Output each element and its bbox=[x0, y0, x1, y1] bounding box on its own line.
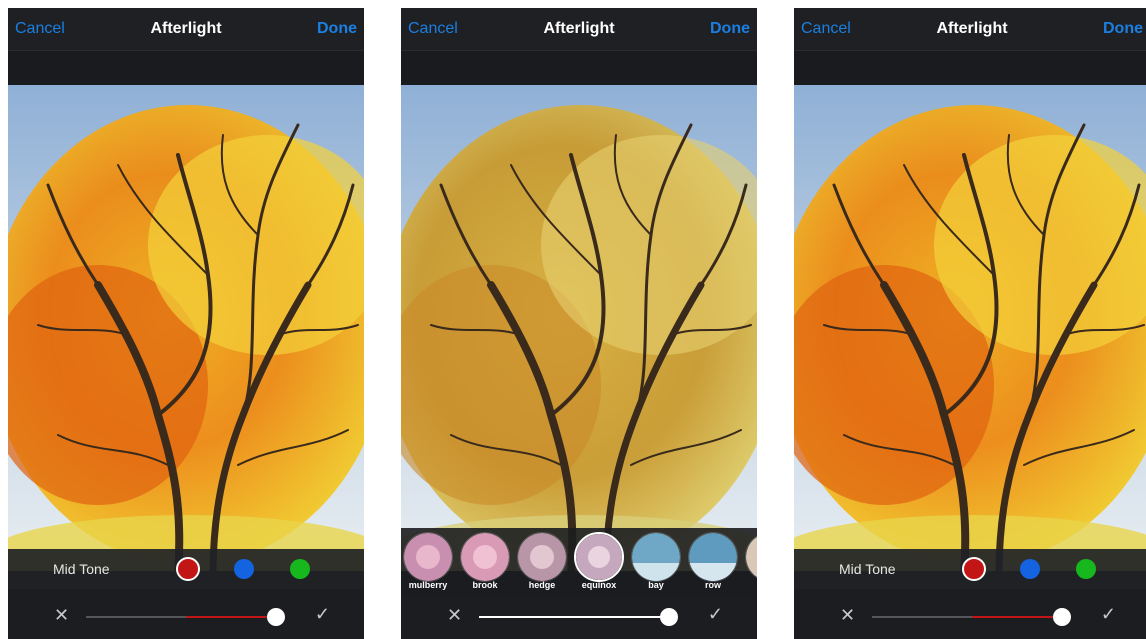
photo-preview bbox=[8, 85, 364, 571]
filter-brook[interactable]: brook bbox=[460, 532, 510, 592]
done-button[interactable]: Done bbox=[710, 20, 750, 38]
app-title: Afterlight bbox=[936, 20, 1008, 37]
navigation-bar: Cancel Afterlight Done bbox=[8, 8, 364, 51]
slider-knob[interactable] bbox=[1053, 608, 1071, 626]
filter-thumbnail-selected bbox=[574, 532, 624, 582]
checkmark-icon[interactable]: ✓ bbox=[315, 604, 330, 625]
filter-thumbnail bbox=[745, 532, 757, 582]
toolbar-spacer bbox=[794, 51, 1146, 85]
mid-tone-label: Mid Tone bbox=[839, 561, 896, 577]
filter-bay[interactable]: bay bbox=[631, 532, 681, 592]
blue-swatch[interactable] bbox=[1020, 559, 1040, 579]
slider-knob[interactable] bbox=[267, 608, 285, 626]
filter-thumbnail bbox=[631, 532, 681, 582]
photo-preview bbox=[401, 85, 757, 571]
filter-mulberry[interactable]: mulberry bbox=[403, 532, 453, 592]
close-icon[interactable]: ✕ bbox=[840, 605, 855, 626]
slider-fill bbox=[479, 616, 669, 618]
green-swatch[interactable] bbox=[1076, 559, 1096, 579]
filter-thumbnail bbox=[403, 532, 453, 582]
adjustment-controls: ✕ ✓ bbox=[401, 595, 757, 639]
green-swatch[interactable] bbox=[290, 559, 310, 579]
checkmark-icon[interactable]: ✓ bbox=[708, 604, 723, 625]
adjustment-controls: ✕ ✓ bbox=[8, 595, 364, 639]
checkmark-icon[interactable]: ✓ bbox=[1101, 604, 1116, 625]
filter-label: row bbox=[704, 580, 721, 590]
mid-tone-label: Mid Tone bbox=[53, 561, 110, 577]
intensity-slider[interactable] bbox=[872, 608, 1071, 626]
screen-filters: Cancel Afterlight Done mulberry brook he… bbox=[401, 8, 757, 639]
filter-row[interactable]: row bbox=[688, 532, 738, 592]
done-button[interactable]: Done bbox=[317, 20, 357, 38]
screen-mid-tone-left: Cancel Afterlight Done Mid Tone ✕ ✓ bbox=[8, 8, 364, 639]
toolbar-spacer bbox=[401, 51, 757, 85]
red-swatch[interactable] bbox=[962, 557, 986, 581]
close-icon[interactable]: ✕ bbox=[54, 605, 69, 626]
adjustment-controls: ✕ ✓ bbox=[794, 595, 1146, 639]
blue-swatch[interactable] bbox=[234, 559, 254, 579]
filter-hedge[interactable]: hedge bbox=[517, 532, 567, 592]
tone-selector: Mid Tone bbox=[8, 549, 364, 589]
close-icon[interactable]: ✕ bbox=[447, 605, 462, 626]
filter-strip: mulberry brook hedge equinox bay row bbox=[401, 528, 757, 595]
photo-preview bbox=[794, 85, 1146, 571]
intensity-slider[interactable] bbox=[479, 608, 678, 626]
slider-fill bbox=[186, 616, 276, 618]
app-title: Afterlight bbox=[543, 20, 615, 37]
intensity-slider[interactable] bbox=[86, 608, 285, 626]
slider-knob[interactable] bbox=[660, 608, 678, 626]
filter-thumbnail bbox=[460, 532, 510, 582]
filter-thumbnail bbox=[688, 532, 738, 582]
filter-equinox[interactable]: equinox bbox=[574, 532, 624, 592]
red-swatch[interactable] bbox=[176, 557, 200, 581]
navigation-bar: Cancel Afterlight Done bbox=[794, 8, 1146, 51]
navigation-bar: Cancel Afterlight Done bbox=[401, 8, 757, 51]
screen-mid-tone-right: Cancel Afterlight Done Mid Tone ✕ ✓ bbox=[794, 8, 1146, 639]
tone-selector: Mid Tone bbox=[794, 549, 1146, 589]
done-button[interactable]: Done bbox=[1103, 20, 1143, 38]
filter-more[interactable] bbox=[745, 532, 757, 592]
app-title: Afterlight bbox=[150, 20, 222, 37]
toolbar-spacer bbox=[8, 51, 364, 85]
filter-thumbnail bbox=[517, 532, 567, 582]
slider-fill bbox=[972, 616, 1062, 618]
